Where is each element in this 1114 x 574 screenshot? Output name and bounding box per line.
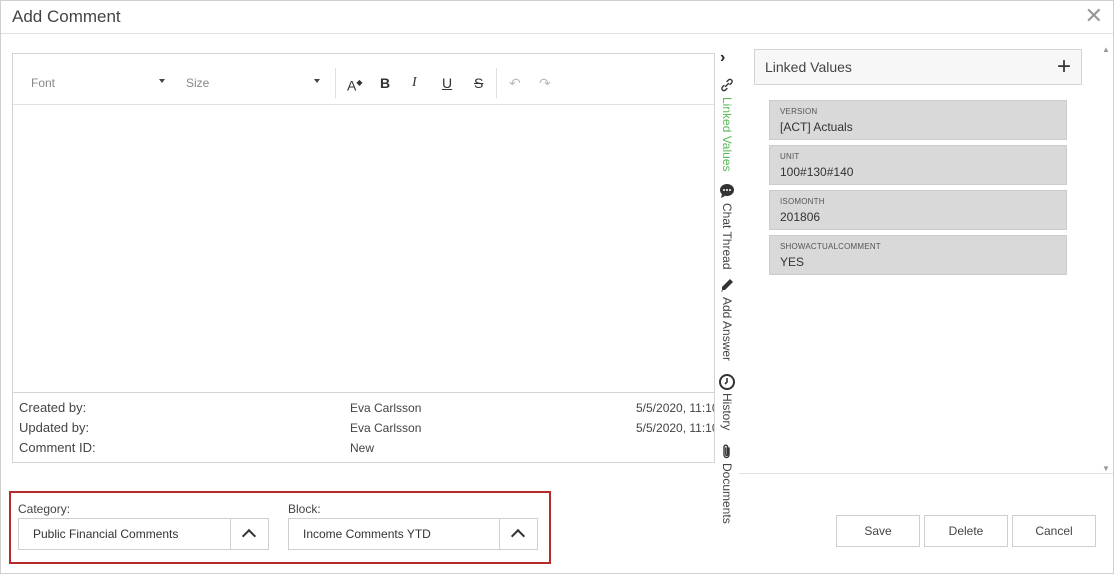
comment-text-area[interactable] (13, 105, 714, 392)
chat-icon (718, 183, 736, 201)
linked-value-key: SHOWACTUALCOMMENT (780, 242, 881, 251)
toolbar-divider (496, 68, 497, 98)
linked-values-title: Linked Values (765, 59, 852, 75)
linked-value-key: VERSION (780, 107, 818, 116)
add-linked-value-button[interactable]: + (1057, 53, 1071, 81)
comment-meta: Created by: Updated by: Comment ID: Eva … (13, 392, 714, 462)
chevron-up-icon (241, 528, 257, 544)
bold-button[interactable]: B (380, 75, 390, 91)
created-by-label: Created by: (19, 400, 87, 415)
comment-editor: Font Size A◆ B I U S ↶ ↷ Created by: Upd… (12, 53, 715, 463)
tab-label: Documents (720, 463, 734, 524)
pencil-icon (718, 277, 736, 295)
created-by-value: Eva Carlsson (350, 401, 422, 415)
block-value: Income Comments YTD (303, 527, 431, 541)
cancel-button[interactable]: Cancel (1012, 515, 1096, 547)
linked-value-value: 201806 (780, 210, 821, 224)
font-color-button[interactable]: A◆ (347, 75, 363, 94)
comment-id-value: New (350, 441, 375, 455)
linked-value-key: UNIT (780, 152, 800, 161)
paperclip-icon (718, 443, 736, 461)
size-select[interactable]: Size (186, 76, 209, 90)
block-select[interactable]: Income Comments YTD (288, 518, 538, 550)
save-button[interactable]: Save (836, 515, 920, 547)
category-select[interactable]: Public Financial Comments (18, 518, 269, 550)
block-toggle-button[interactable] (499, 519, 537, 549)
tab-label: Add Answer (720, 297, 734, 362)
chevron-down-icon[interactable] (159, 79, 165, 83)
scroll-up-icon[interactable]: ▲ (1102, 45, 1110, 54)
tab-add-answer[interactable]: Add Answer (715, 277, 739, 367)
linked-values-panel: Linked Values + VERSION [ACT] Actuals UN… (739, 35, 1099, 473)
category-toggle-button[interactable] (230, 519, 268, 549)
linked-value-item[interactable]: SHOWACTUALCOMMENT YES (769, 235, 1067, 275)
italic-button[interactable]: I (412, 75, 417, 91)
collapse-arrow-icon[interactable]: › (720, 49, 725, 67)
font-color-label: A (347, 77, 357, 94)
updated-date: 5/5/2020, 11:10: (636, 421, 714, 435)
title-bar: Add Comment ✕ (1, 1, 1113, 34)
clock-icon (718, 373, 736, 391)
linked-value-value: [ACT] Actuals (780, 120, 853, 134)
category-label: Category: (18, 502, 71, 516)
linked-values-header: Linked Values + (754, 49, 1082, 85)
side-tabs: › Linked Values Chat Thread Add Answer H… (715, 45, 739, 535)
tab-documents[interactable]: Documents (715, 443, 739, 529)
panel-scrollbar[interactable]: ▲ ▼ (1099, 45, 1113, 473)
tab-chat-thread[interactable]: Chat Thread (715, 183, 739, 273)
undo-icon[interactable]: ↶ (509, 75, 521, 91)
linked-value-item[interactable]: ISOMONTH 201806 (769, 190, 1067, 230)
tab-history[interactable]: History (715, 373, 739, 437)
linked-value-item[interactable]: VERSION [ACT] Actuals (769, 100, 1067, 140)
linked-value-value: 100#130#140 (780, 165, 854, 179)
linked-value-item[interactable]: UNIT 100#130#140 (769, 145, 1067, 185)
block-label: Block: (288, 502, 321, 516)
category-block-group: Category: Public Financial Comments Bloc… (9, 491, 551, 564)
category-value: Public Financial Comments (33, 527, 179, 541)
tab-label: Linked Values (720, 97, 734, 172)
strikethrough-button[interactable]: S (474, 75, 483, 91)
editor-toolbar: Font Size A◆ B I U S ↶ ↷ (13, 54, 714, 105)
add-comment-dialog: Add Comment ✕ Font Size A◆ B I U S ↶ ↷ C… (0, 0, 1114, 574)
linked-value-value: YES (780, 255, 805, 269)
updated-by-label: Updated by: (19, 420, 90, 435)
close-icon[interactable]: ✕ (1085, 5, 1103, 27)
font-select[interactable]: Font (31, 76, 55, 90)
tab-label: Chat Thread (720, 203, 734, 270)
created-date: 5/5/2020, 11:10: (636, 401, 714, 415)
dialog-title: Add Comment (12, 7, 121, 26)
comment-id-label: Comment ID: (19, 440, 96, 455)
updated-by-value: Eva Carlsson (350, 421, 422, 435)
redo-icon[interactable]: ↷ (539, 75, 551, 91)
chevron-down-icon[interactable] (314, 79, 320, 83)
linked-value-key: ISOMONTH (780, 197, 825, 206)
delete-button[interactable]: Delete (924, 515, 1008, 547)
tab-linked-values[interactable]: Linked Values (715, 77, 739, 177)
link-icon (718, 77, 736, 95)
toolbar-divider (335, 68, 336, 98)
panel-divider (739, 473, 1113, 474)
tab-label: History (720, 393, 734, 431)
scroll-down-icon[interactable]: ▼ (1102, 464, 1110, 473)
chevron-up-icon (510, 528, 526, 544)
underline-button[interactable]: U (442, 75, 452, 91)
